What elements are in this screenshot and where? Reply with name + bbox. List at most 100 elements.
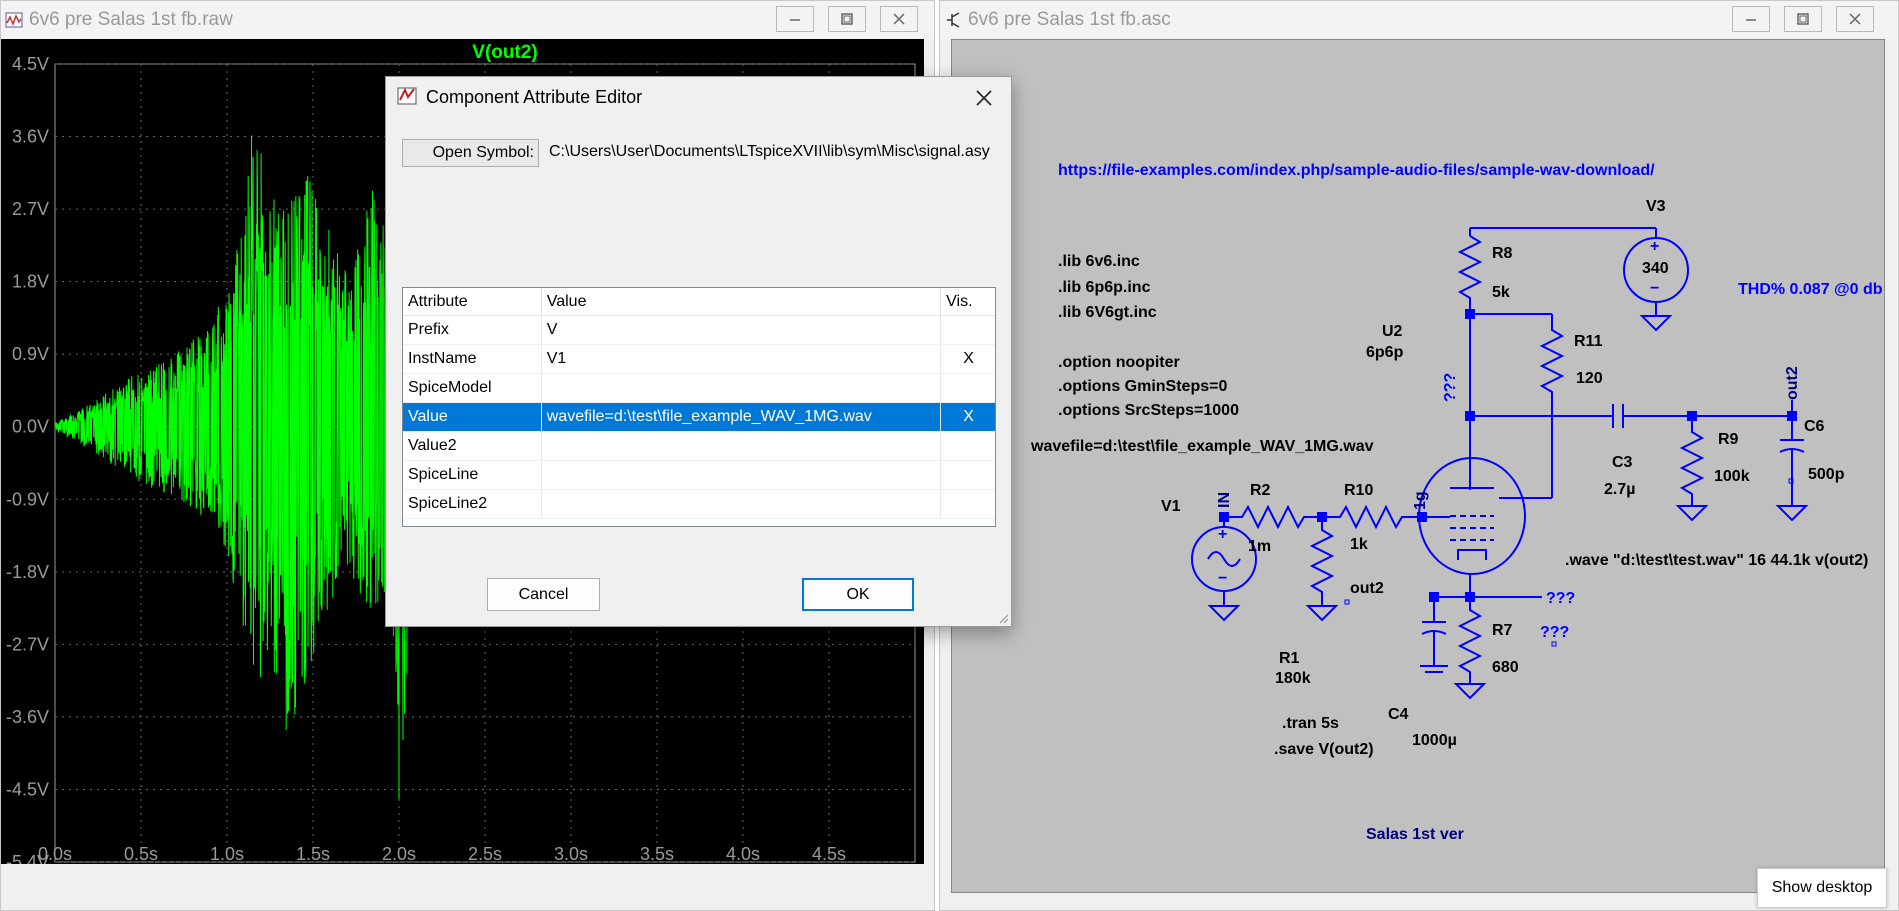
schematic-wavefile: wavefile=d:\test\file_example_WAV_1MG.wa… — [1031, 438, 1374, 455]
table-row[interactable]: InstName V1 X — [403, 344, 995, 374]
label-r2[interactable]: R2 — [1250, 482, 1270, 500]
label-r7[interactable]: R7 — [1492, 622, 1512, 640]
attribute-vis[interactable]: X — [940, 402, 995, 432]
table-row[interactable]: Value2 — [403, 431, 995, 461]
attribute-vis[interactable] — [940, 489, 995, 519]
waveform-minimize-button[interactable] — [776, 6, 814, 32]
schematic-titlebar[interactable]: 6v6 pre Salas 1st fb.asc — [940, 1, 1898, 39]
column-header-vis[interactable]: Vis. — [940, 288, 995, 316]
column-header-value[interactable]: Value — [541, 288, 942, 316]
table-row[interactable]: Prefix V — [403, 315, 995, 345]
table-row[interactable]: SpiceLine — [403, 460, 995, 490]
label-c4[interactable]: C4 — [1388, 706, 1408, 724]
label-q2: ??? — [1546, 590, 1576, 607]
schematic-canvas[interactable]: https://file-examples.com/index.php/samp… — [951, 39, 1885, 893]
schematic-maximize-button[interactable] — [1784, 6, 1822, 32]
label-r11[interactable]: R11 — [1574, 333, 1602, 351]
y-tick-label: -1.8V — [6, 562, 49, 582]
label-q3: ??? — [1540, 624, 1570, 641]
label-r8[interactable]: R8 — [1492, 245, 1512, 263]
trace-label[interactable]: V(out2) — [472, 42, 537, 63]
attribute-vis[interactable] — [940, 460, 995, 490]
attribute-vis[interactable] — [940, 373, 995, 403]
y-tick-label: -0.9V — [6, 489, 49, 509]
table-row-selected[interactable]: Value wavefile=d:\test\file_example_WAV_… — [403, 402, 995, 432]
label-u2[interactable]: U2 — [1382, 323, 1402, 341]
label-v3-minus: − — [1650, 280, 1660, 297]
schematic-minimize-button[interactable] — [1732, 6, 1770, 32]
resize-grip-icon[interactable] — [997, 612, 1009, 624]
label-c3[interactable]: C3 — [1612, 454, 1632, 472]
label-r9[interactable]: R9 — [1718, 431, 1738, 449]
label-r1[interactable]: R1 — [1279, 650, 1299, 668]
schematic-thd: THD% 0.087 @0 db — [1738, 281, 1883, 298]
attribute-vis[interactable] — [940, 431, 995, 461]
label-v1[interactable]: V1 — [1161, 498, 1181, 516]
label-v3[interactable]: V3 — [1646, 198, 1666, 216]
open-symbol-button[interactable]: Open Symbol: — [402, 139, 539, 167]
show-desktop-button[interactable]: Show desktop — [1757, 868, 1887, 908]
attribute-vis[interactable] — [940, 315, 995, 345]
schematic-lib1: .lib 6v6.inc — [1058, 253, 1140, 270]
schematic-opt2: .options GminSteps=0 — [1058, 378, 1228, 395]
x-tick-label: 1.0s — [210, 844, 244, 864]
schematic-tran: .tran 5s — [1282, 715, 1339, 732]
label-r9-value[interactable]: 100k — [1714, 468, 1750, 486]
label-r7-value[interactable]: 680 — [1492, 659, 1519, 677]
y-tick-label: -2.7V — [6, 634, 49, 654]
close-icon — [1849, 13, 1861, 25]
close-icon — [893, 13, 905, 25]
label-r11-value[interactable]: 120 — [1576, 370, 1603, 388]
cancel-button[interactable]: Cancel — [487, 578, 600, 611]
schematic-save: .save V(out2) — [1274, 741, 1374, 758]
table-row[interactable]: SpiceModel — [403, 373, 995, 403]
schematic-wave-cmd: .wave "d:\test\test.wav" 16 44.1k v(out2… — [1565, 552, 1869, 569]
attribute-value[interactable]: V1 — [541, 344, 942, 374]
label-1g: 1g — [1412, 491, 1429, 510]
attribute-value[interactable] — [541, 460, 942, 490]
attribute-value[interactable]: V — [541, 315, 942, 345]
attribute-value[interactable]: wavefile=d:\test\file_example_WAV_1MG.wa… — [541, 402, 942, 432]
ok-button[interactable]: OK — [802, 578, 914, 611]
y-tick-label: 4.5V — [12, 54, 49, 74]
attribute-name: SpiceModel — [403, 373, 542, 403]
label-c3-value[interactable]: 2.7µ — [1604, 481, 1635, 499]
attribute-name: SpiceLine — [403, 460, 542, 490]
attribute-value[interactable] — [541, 373, 942, 403]
schematic-close-button[interactable] — [1836, 6, 1874, 32]
attribute-table[interactable]: Attribute Value Vis. Prefix V InstName V… — [402, 287, 996, 527]
attribute-vis[interactable]: X — [940, 344, 995, 374]
label-out2-mid: out2 — [1350, 580, 1384, 597]
waveform-titlebar[interactable]: 6v6 pre Salas 1st fb.raw — [1, 1, 934, 39]
column-header-attribute[interactable]: Attribute — [403, 288, 542, 316]
x-tick-label: 4.5s — [812, 844, 846, 864]
maximize-icon — [1797, 13, 1809, 25]
schematic-url[interactable]: https://file-examples.com/index.php/samp… — [1058, 162, 1655, 180]
dialog-title: Component Attribute Editor — [426, 87, 643, 107]
waveform-maximize-button[interactable] — [828, 6, 866, 32]
dialog-close-button[interactable] — [967, 83, 1001, 113]
attribute-table-header: Attribute Value Vis. — [403, 288, 995, 316]
label-u2-value[interactable]: 6p6p — [1366, 344, 1403, 362]
label-v3-value[interactable]: 340 — [1642, 260, 1669, 278]
attribute-value[interactable] — [541, 489, 942, 519]
schematic-lib3: .lib 6V6gt.inc — [1058, 304, 1157, 321]
label-r10-value[interactable]: 1k — [1350, 536, 1368, 554]
label-c6-value[interactable]: 500p — [1808, 466, 1844, 484]
attribute-name: InstName — [403, 344, 542, 374]
x-tick-label: 2.0s — [382, 844, 416, 864]
label-r8-value[interactable]: 5k — [1492, 284, 1510, 302]
label-c6[interactable]: C6 — [1804, 418, 1824, 436]
label-r10[interactable]: R10 — [1344, 482, 1373, 500]
waveform-app-icon — [5, 12, 23, 28]
schematic-opt3: .options SrcSteps=1000 — [1058, 402, 1239, 419]
schematic-footer: Salas 1st ver — [1366, 826, 1464, 843]
label-out2-top: out2 — [1784, 366, 1801, 400]
label-c4-value[interactable]: 1000µ — [1412, 732, 1457, 750]
label-r1-value[interactable]: 180k — [1275, 670, 1311, 688]
attribute-value[interactable] — [541, 431, 942, 461]
close-icon — [976, 90, 992, 106]
table-row[interactable]: SpiceLine2 — [403, 489, 995, 519]
waveform-close-button[interactable] — [880, 6, 918, 32]
label-r2-value[interactable]: 1m — [1248, 538, 1271, 556]
